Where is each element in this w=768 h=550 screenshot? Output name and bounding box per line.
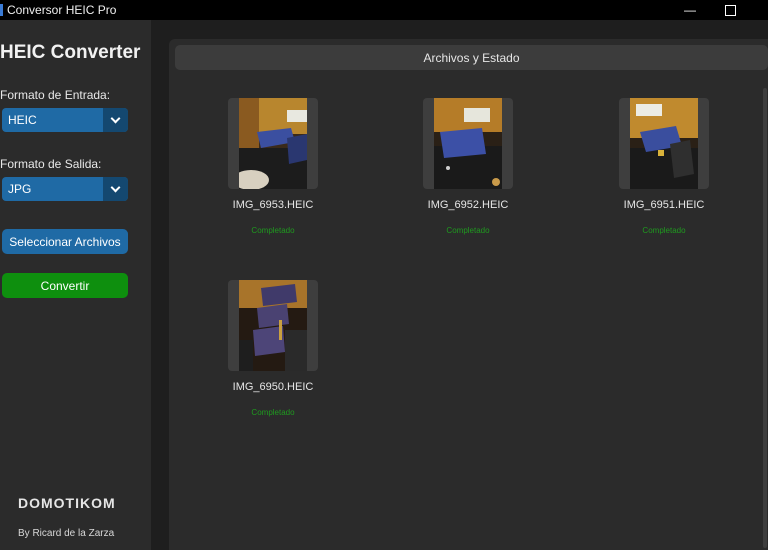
footer-brand: DOMOTIKOM — [18, 495, 116, 511]
files-panel-header: Archivos y Estado — [175, 45, 768, 70]
input-format-value: HEIC — [8, 113, 37, 127]
thumbnail-frame — [228, 98, 318, 189]
minimize-icon: — — [684, 3, 696, 17]
window-title: Conversor HEIC Pro — [7, 3, 117, 17]
file-card[interactable]: IMG_6953.HEIC Completado — [198, 98, 348, 248]
chevron-down-icon[interactable] — [103, 108, 128, 132]
image-thumbnail — [239, 98, 307, 189]
file-card[interactable]: IMG_6952.HEIC Completado — [393, 98, 543, 248]
thumbnail-frame — [423, 98, 513, 189]
file-card[interactable]: IMG_6950.HEIC Completado — [198, 280, 348, 430]
minimize-button[interactable]: — — [676, 0, 704, 20]
output-format-label: Formato de Salida: — [0, 157, 102, 171]
convert-button[interactable]: Convertir — [2, 273, 128, 298]
maximize-button[interactable] — [716, 0, 744, 20]
app-heading: HEIC Converter — [0, 42, 141, 63]
file-status: Completado — [251, 226, 295, 235]
file-name: IMG_6951.HEIC — [623, 199, 705, 211]
output-format-select[interactable]: JPG — [2, 177, 128, 201]
footer-author: By Ricard de la Zarza — [18, 528, 115, 539]
file-card[interactable]: IMG_6951.HEIC Completado — [589, 98, 739, 248]
file-name: IMG_6952.HEIC — [427, 199, 509, 211]
app-icon — [0, 4, 3, 16]
select-files-button[interactable]: Seleccionar Archivos — [2, 229, 128, 254]
maximize-icon — [724, 4, 736, 16]
title-bar: Conversor HEIC Pro — — [0, 0, 768, 20]
input-format-select[interactable]: HEIC — [2, 108, 128, 132]
output-format-value: JPG — [8, 182, 32, 196]
files-panel: Archivos y Estado IMG_6953.HEIC Completa… — [169, 39, 768, 550]
file-status: Completado — [251, 408, 295, 417]
file-status: Completado — [642, 226, 686, 235]
image-thumbnail — [239, 280, 307, 371]
files-scrollbar[interactable] — [763, 88, 767, 548]
thumbnail-frame — [619, 98, 709, 189]
input-format-label: Formato de Entrada: — [0, 88, 111, 102]
file-status: Completado — [446, 226, 490, 235]
sidebar: HEIC Converter Formato de Entrada: HEIC … — [0, 20, 151, 550]
file-name: IMG_6950.HEIC — [232, 381, 314, 393]
thumbnail-frame — [228, 280, 318, 371]
file-name: IMG_6953.HEIC — [232, 199, 314, 211]
chevron-down-icon[interactable] — [103, 177, 128, 201]
image-thumbnail — [434, 98, 502, 189]
image-thumbnail — [630, 98, 698, 189]
